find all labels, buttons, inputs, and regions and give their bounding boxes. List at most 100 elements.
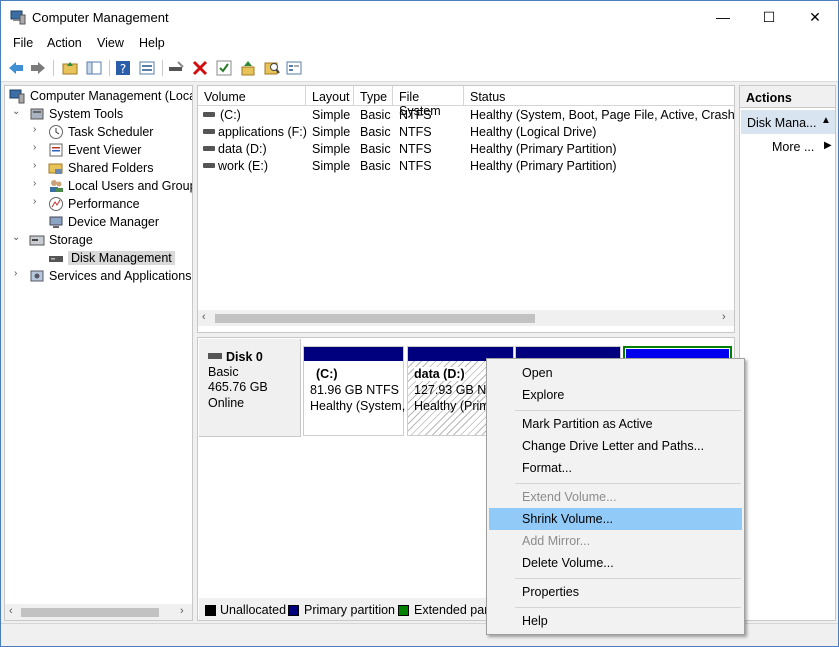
forward-icon[interactable] [29,59,47,77]
show-hide-tree-icon[interactable] [85,59,103,77]
collapse-icon[interactable]: ⌄ [12,232,22,243]
system-tools-icon [30,108,44,120]
table-row[interactable]: (C:) Simple Basic NTFS Healthy (System, … [198,107,734,124]
table-row[interactable]: work (E:) Simple Basic NTFS Healthy (Pri… [198,158,734,175]
menu-separator [515,410,741,411]
navigation-tree: Computer Management (Local ⌄ System Tool… [4,85,193,621]
collapse-up-icon[interactable]: ▲ [821,115,831,126]
legend-swatch-primary [288,605,299,616]
minimize-button[interactable]: — [700,1,746,33]
help-icon[interactable]: ? [114,59,132,77]
users-icon [50,180,63,192]
scrollbar-thumb[interactable] [21,608,159,617]
disk-drive-icon [49,256,63,262]
disk-name: Disk 0 [226,350,263,364]
menu-item-help[interactable]: Help [489,610,742,632]
volume-status: Healthy (Primary Partition) [470,142,617,156]
volume-name: applications (F:) [218,125,307,139]
tree-item-task-scheduler[interactable]: › Task Scheduler [7,123,192,141]
toolbar-separator [53,60,54,76]
tree-item-local-users[interactable]: › Local Users and Groups [7,177,192,195]
menu-help[interactable]: Help [139,36,165,50]
menu-separator [515,578,741,579]
scroll-right-icon[interactable]: › [180,605,184,617]
partition-c[interactable]: (C:) 81.96 GB NTFS Healthy (System, [303,346,406,436]
tree-item-event-viewer[interactable]: › Event Viewer [7,141,192,159]
volume-file-system: NTFS [399,108,432,122]
scrollbar-thumb[interactable] [215,314,535,323]
table-row[interactable]: data (D:) Simple Basic NTFS Healthy (Pri… [198,141,734,158]
expand-icon[interactable]: › [33,196,43,207]
check-icon[interactable] [215,59,233,77]
title-bar: Computer Management — ☐ ✕ [1,1,838,33]
tree-item-system-tools[interactable]: ⌄ System Tools [7,105,192,123]
menu-action[interactable]: Action [47,36,82,50]
table-row[interactable]: applications (F:) Simple Basic NTFS Heal… [198,124,734,141]
legend-label-extended: Extended part [414,603,492,617]
maximize-icon: ☐ [762,8,776,25]
menu-item-shrink-volume[interactable]: Shrink Volume... [489,508,742,530]
expand-icon[interactable]: › [14,268,24,279]
close-button[interactable]: ✕ [792,1,838,33]
volume-file-system: NTFS [399,125,432,139]
console-view-icon[interactable] [138,59,156,77]
maximize-button[interactable]: ☐ [746,1,792,33]
back-icon[interactable] [7,59,25,77]
toolbar: ? [1,55,838,82]
collapse-icon[interactable]: ⌄ [12,106,22,117]
partition-status: Healthy (Prim [414,399,490,413]
menu-item-format[interactable]: Format... [489,457,742,479]
expand-icon[interactable]: › [33,160,43,171]
column-header-layout[interactable]: Layout [306,86,354,106]
menu-item-explore[interactable]: Explore [489,384,742,406]
legend-label-primary: Primary partition [304,603,395,617]
menu-file[interactable]: File [13,36,33,50]
menu-item-mark-active[interactable]: Mark Partition as Active [489,413,742,435]
volume-status: Healthy (System, Boot, Page File, Active… [470,108,735,122]
tree-label: Task Scheduler [68,125,154,139]
search-icon[interactable] [263,59,281,77]
actions-disk-management[interactable]: Disk Mana... ▲ [741,110,835,134]
menu-item-open[interactable]: Open [489,362,742,384]
tree-item-computer-management[interactable]: Computer Management (Local [7,87,192,105]
column-header-volume[interactable]: Volume [198,86,306,106]
tree-item-services-applications[interactable]: › Services and Applications [7,267,192,285]
export-icon[interactable] [239,59,257,77]
expand-icon[interactable]: › [33,178,43,189]
disk-0-info[interactable]: Disk 0 Basic 465.76 GB Online [199,339,301,437]
tree-item-storage[interactable]: ⌄ Storage [7,231,192,249]
menu-view[interactable]: View [97,36,124,50]
scroll-left-icon[interactable]: ‹ [202,311,206,323]
menu-item-delete-volume[interactable]: Delete Volume... [489,552,742,574]
primary-partition-bar [304,347,403,361]
tree-item-shared-folders[interactable]: › Shared Folders [7,159,192,177]
computer-management-window: Computer Management — ☐ ✕ File Action Vi… [0,0,839,647]
volume-horizontal-scrollbar[interactable]: ‹ › [198,310,734,326]
drive-icon [203,129,215,134]
expand-icon[interactable]: › [33,124,43,135]
column-header-status[interactable]: Status [464,86,734,106]
menu-item-change-drive-letter[interactable]: Change Drive Letter and Paths... [489,435,742,457]
properties-sheet-icon[interactable] [285,59,303,77]
tree-item-device-manager[interactable]: Device Manager [7,213,192,231]
expand-icon[interactable]: › [33,142,43,153]
tree-item-disk-management[interactable]: Disk Management [7,249,192,267]
partition-status: Healthy (System, [310,399,406,413]
column-header-type[interactable]: Type [354,86,393,106]
tree-horizontal-scrollbar[interactable]: ‹ › [5,604,192,620]
scroll-left-icon[interactable]: ‹ [9,605,13,617]
volume-layout: Simple [312,108,351,122]
drive-icon [203,146,215,151]
scroll-right-icon[interactable]: › [722,311,726,323]
menu-item-properties[interactable]: Properties [489,581,742,603]
actions-pane: Actions Disk Mana... ▲ More ... ▶ [739,85,836,621]
connect-drive-icon[interactable] [167,59,185,77]
submenu-arrow-icon: ▶ [824,140,832,151]
delete-icon[interactable] [191,59,209,77]
actions-more[interactable]: More ... ▶ [772,140,832,154]
up-folder-icon[interactable] [61,59,79,77]
tree-item-performance[interactable]: › Performance [7,195,192,213]
volume-type: Basic [360,125,391,139]
column-header-file-system[interactable]: File System [393,86,464,118]
toolbar-separator [109,60,110,76]
